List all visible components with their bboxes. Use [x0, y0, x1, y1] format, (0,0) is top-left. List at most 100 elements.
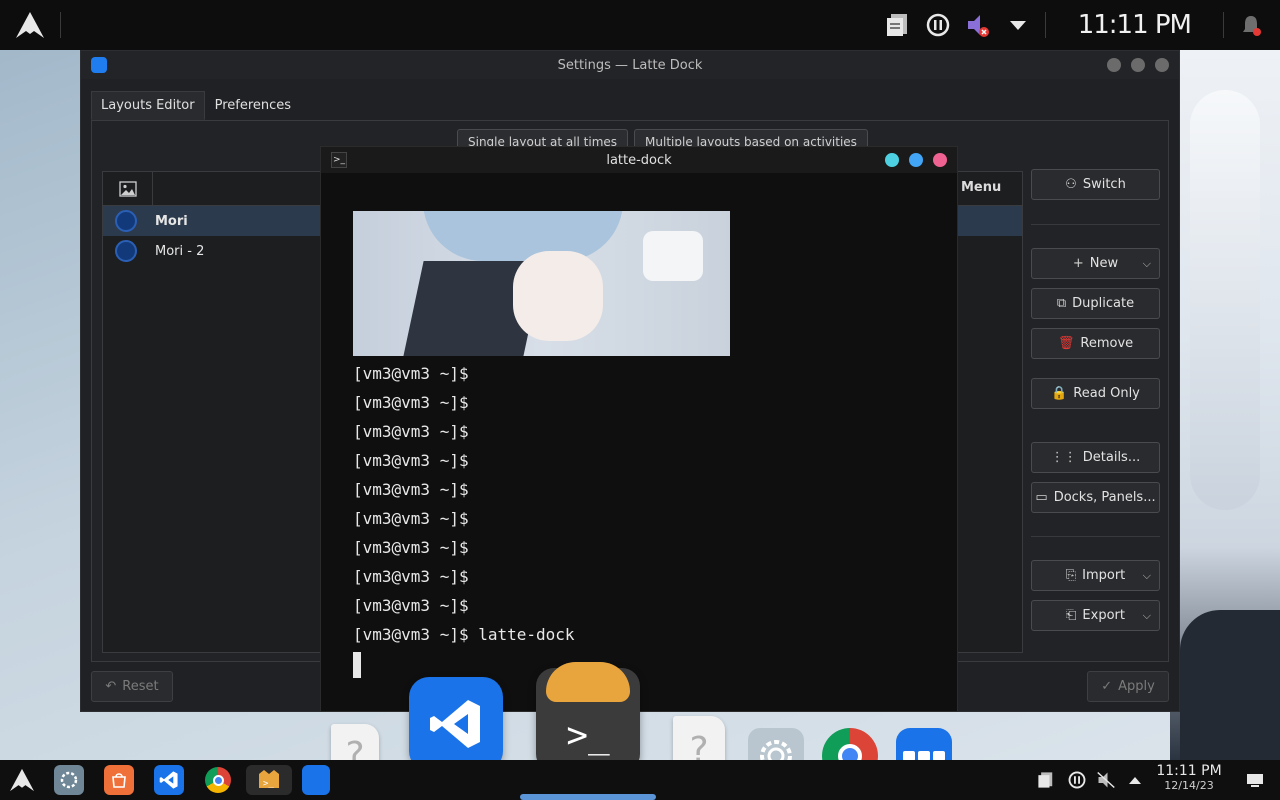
wallpaper [1170, 50, 1280, 760]
undo-icon: ↶ [105, 679, 117, 694]
clock-separator [1223, 12, 1224, 38]
remove-button[interactable]: 🗑 Remove [1031, 328, 1160, 359]
latte-dock-icon[interactable] [302, 765, 330, 795]
muted-audio-icon[interactable] [965, 12, 991, 38]
arch-logo-icon[interactable] [7, 765, 37, 795]
terminal-line: [vm3@vm3 ~]$ [353, 596, 469, 615]
apply-label: Apply [1118, 679, 1155, 694]
export-icon: ⎗ [1066, 608, 1077, 623]
divider [1031, 536, 1160, 537]
copy-icon: ⧉ [1056, 296, 1067, 311]
chevron-down-icon[interactable]: ⌵ [1143, 569, 1151, 583]
terminal-app-icon: >_ [331, 152, 347, 168]
settings-tabs: Layouts Editor Preferences [91, 91, 301, 120]
docks-panels-label: Docks, Panels... [1053, 490, 1156, 505]
tab-layouts-editor[interactable]: Layouts Editor [91, 91, 205, 120]
terminal-line: [vm3@vm3 ~]$ latte-dock [353, 625, 575, 644]
details-button[interactable]: ⋮⋮ Details... [1031, 442, 1160, 473]
window-icon: ▭ [1035, 490, 1048, 505]
import-icon: ⎘ [1065, 568, 1077, 583]
clock-time: 11:11 PM [1156, 763, 1222, 779]
pause-icon[interactable] [1062, 765, 1092, 795]
close-button[interactable] [933, 153, 947, 167]
terminal-cursor [353, 651, 361, 678]
read-only-label: Read Only [1073, 386, 1140, 401]
dock-vscode[interactable] [409, 677, 503, 771]
wallpaper-coat [1180, 610, 1280, 760]
vscode-icon [409, 677, 503, 771]
wallpaper-hair [1190, 90, 1260, 510]
pause-icon[interactable] [925, 12, 951, 38]
apply-button[interactable]: ✓ Apply [1087, 671, 1169, 702]
top-panel-separator [60, 12, 61, 38]
chrome-icon[interactable] [203, 765, 233, 795]
svg-text:>_: >_ [263, 779, 274, 789]
bell-icon[interactable] [1238, 12, 1264, 38]
switch-label: Switch [1082, 177, 1126, 192]
docks-panels-button[interactable]: ▭ Docks, Panels... [1031, 482, 1160, 513]
layout-name: Mori - 2 [155, 243, 205, 259]
arch-logo-icon[interactable] [0, 0, 60, 50]
dock-terminal[interactable]: >_ [536, 662, 640, 772]
image-column-icon[interactable] [103, 172, 153, 206]
switch-button[interactable]: ⚇ Switch [1031, 169, 1160, 200]
terminal-line: [vm3@vm3 ~]$ [353, 538, 469, 557]
chevron-down-icon[interactable]: ⌵ [1143, 609, 1151, 623]
software-center-icon[interactable] [104, 765, 134, 795]
muted-audio-icon[interactable] [1091, 765, 1121, 795]
export-button[interactable]: ⎗ Export ⌵ [1031, 600, 1160, 631]
terminal-line: [vm3@vm3 ~]$ [353, 480, 469, 499]
maximize-button[interactable] [909, 153, 923, 167]
import-label: Import [1082, 568, 1126, 583]
reset-button[interactable]: ↶ Reset [91, 671, 173, 702]
close-button[interactable] [1155, 58, 1169, 72]
user-icon: ⚇ [1065, 177, 1077, 192]
menu-column-header[interactable]: Menu [961, 180, 1001, 195]
terminal-icon: >_ [536, 662, 640, 772]
top-clock[interactable]: 11:11 PM [1060, 10, 1209, 40]
prompt-glyph: >_ [566, 714, 610, 756]
cat-ears [546, 662, 630, 702]
trash-icon: 🗑 [1057, 336, 1075, 351]
terminal-line: [vm3@vm3 ~]$ [353, 451, 469, 470]
top-panel: 11:11 PM [0, 0, 1280, 50]
banner-hair [423, 211, 623, 261]
clipboard-icon[interactable] [885, 12, 911, 38]
chevron-down-icon[interactable]: ⌵ [1143, 257, 1151, 271]
chevron-up-icon[interactable] [1120, 765, 1150, 795]
bottom-clock[interactable]: 11:11 PM 12/14/23 [1152, 763, 1226, 792]
grid-icon: ⋮⋮ [1050, 450, 1077, 465]
terminal-banner-image [353, 211, 730, 356]
reset-label: Reset [122, 679, 159, 694]
read-only-button[interactable]: 🔒 Read Only [1031, 378, 1160, 409]
export-label: Export [1082, 608, 1125, 623]
window-controls [1107, 58, 1169, 72]
chevron-down-icon[interactable] [1005, 12, 1031, 38]
maximize-button[interactable] [1131, 58, 1145, 72]
terminal-output[interactable]: [vm3@vm3 ~]$ [vm3@vm3 ~]$ [vm3@vm3 ~]$ [… [353, 359, 575, 678]
settings-icon[interactable] [54, 765, 84, 795]
vscode-icon[interactable] [154, 765, 184, 795]
remove-label: Remove [1080, 336, 1134, 351]
terminal-window: >_ latte-dock [vm3@vm3 ~]$ [vm3@vm3 ~]$ … [320, 146, 958, 712]
terminal-line: [vm3@vm3 ~]$ [353, 364, 469, 383]
new-button[interactable]: + New ⌵ [1031, 248, 1160, 279]
settings-title: Settings — Latte Dock [557, 57, 703, 73]
lock-icon: 🔒 [1051, 386, 1068, 401]
banner-bow [643, 231, 703, 281]
terminal-icon[interactable]: >_ [246, 765, 292, 795]
terminal-line: [vm3@vm3 ~]$ [353, 509, 469, 528]
clipboard-icon[interactable] [1031, 765, 1061, 795]
duplicate-button[interactable]: ⧉ Duplicate [1031, 288, 1160, 319]
import-button[interactable]: ⎘ Import ⌵ [1031, 560, 1160, 591]
settings-titlebar[interactable]: Settings — Latte Dock [81, 51, 1179, 79]
terminal-titlebar[interactable]: >_ latte-dock [321, 147, 957, 173]
tab-preferences[interactable]: Preferences [205, 91, 301, 120]
terminal-line: [vm3@vm3 ~]$ [353, 567, 469, 586]
duplicate-label: Duplicate [1072, 296, 1135, 311]
minimize-button[interactable] [885, 153, 899, 167]
details-label: Details... [1082, 450, 1141, 465]
minimize-button[interactable] [1107, 58, 1121, 72]
new-label: New [1089, 256, 1119, 271]
show-desktop-icon[interactable] [1240, 765, 1270, 795]
